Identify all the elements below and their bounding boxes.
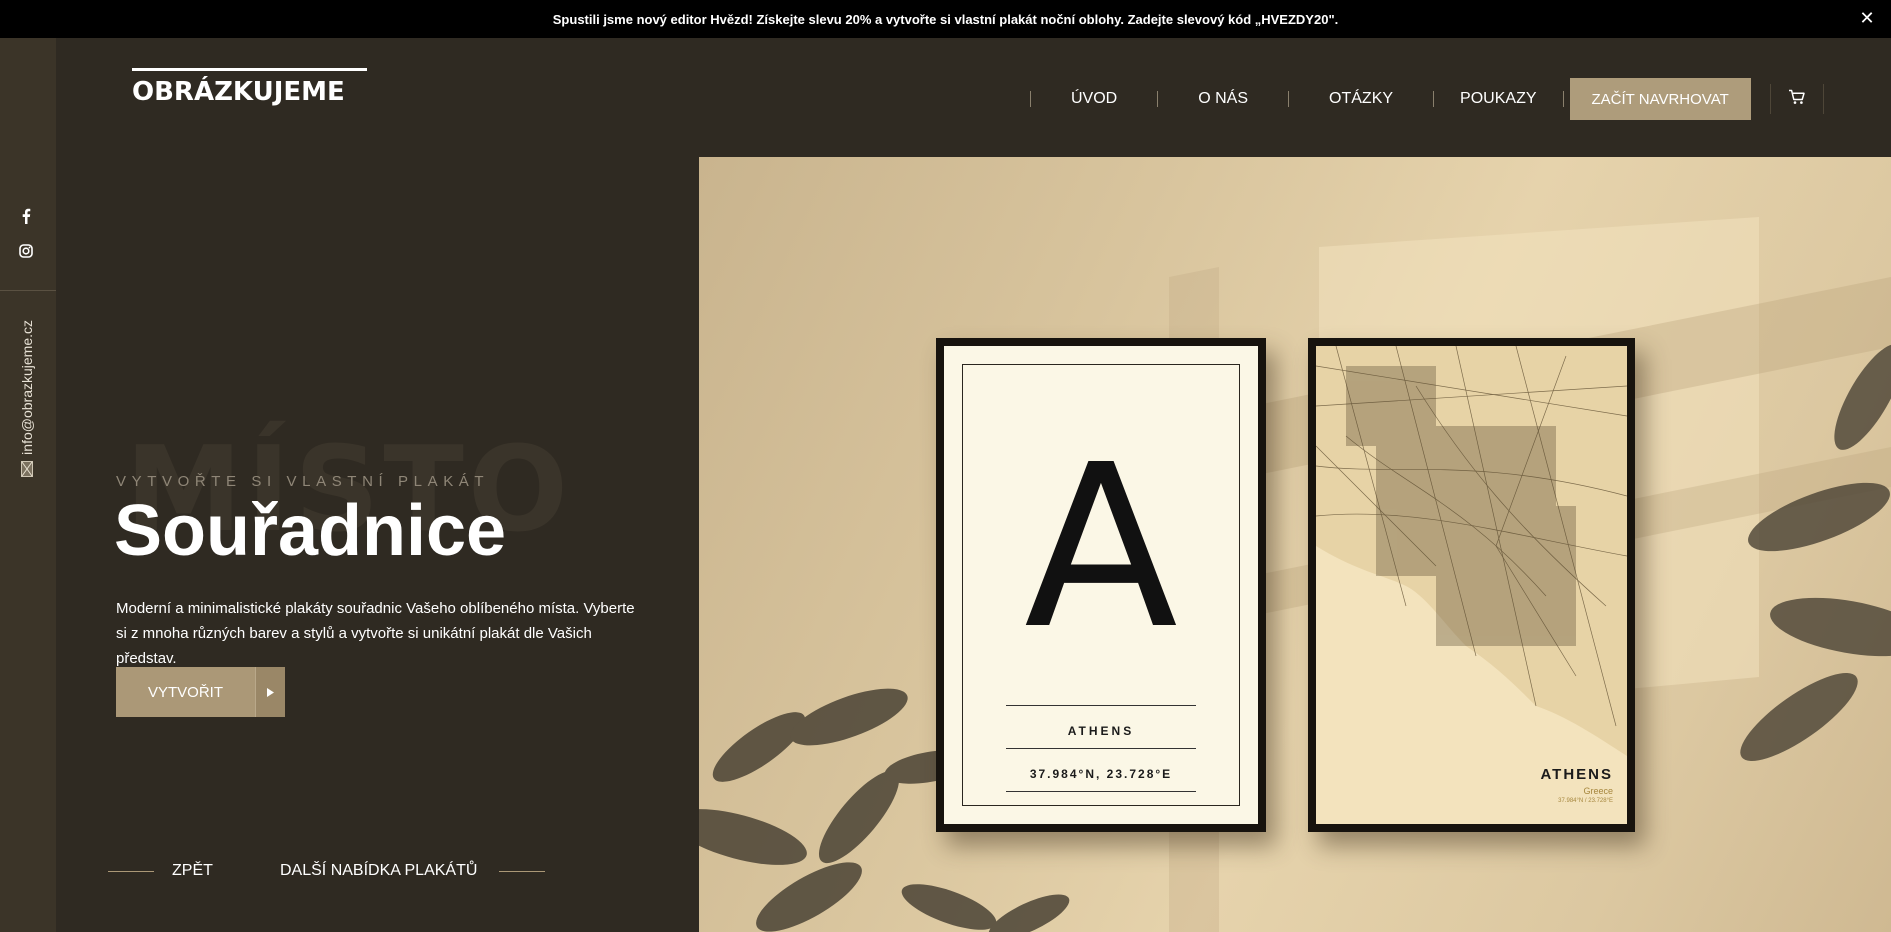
social-sidebar: info@obrazkujeme.cz xyxy=(0,38,56,932)
poster-rule xyxy=(1006,748,1196,749)
back-link[interactable]: ZPĚT xyxy=(108,862,213,880)
map-country: Greece xyxy=(1583,786,1613,796)
hero-title: Souřadnice xyxy=(114,491,507,571)
map-coordinates: 37.984°N / 23.728°E xyxy=(1558,798,1613,804)
instagram-icon[interactable] xyxy=(16,241,36,261)
create-button[interactable]: VYTVOŘIT xyxy=(116,667,285,717)
map-poster: ATHENS Greece 37.984°N / 23.728°E xyxy=(1316,346,1627,824)
hero-description: Moderní a minimalistické plakáty souřadn… xyxy=(116,600,635,667)
next-offer-link[interactable]: DALŠÍ NABÍDKA PLAKÁTŮ xyxy=(280,862,546,880)
nav-item-uvod[interactable]: ÚVOD xyxy=(1031,90,1157,108)
map-poster-frame: ATHENS Greece 37.984°N / 23.728°E xyxy=(1308,338,1635,832)
letter-poster: A ATHENS 37.984°N, 23.728°E xyxy=(944,346,1258,824)
map-city: ATHENS xyxy=(1540,766,1613,783)
announcement-text: Spustili jsme nový editor Hvězd! Získejt… xyxy=(552,11,1339,27)
logo[interactable]: OBRÁZKUJEME xyxy=(132,68,367,107)
poster-rule xyxy=(1006,705,1196,706)
cart-icon xyxy=(1788,89,1806,110)
nav-item-otazky[interactable]: OTÁZKY xyxy=(1289,90,1433,108)
email-link[interactable]: info@obrazkujeme.cz xyxy=(19,320,35,455)
sidebar-email[interactable]: info@obrazkujeme.cz xyxy=(17,320,37,480)
nav-separator xyxy=(1562,91,1564,107)
hero-kicker: VYTVOŘTE SI VLASTNÍ PLAKÁT xyxy=(116,473,490,490)
main-nav: ÚVOD O NÁS OTÁZKY POUKAZY ZAČÍT NAVRHOVA… xyxy=(1030,78,1751,120)
cart-button[interactable] xyxy=(1770,84,1824,114)
nav-item-poukazy[interactable]: POUKAZY xyxy=(1434,90,1562,108)
facebook-icon[interactable] xyxy=(16,206,36,226)
close-icon[interactable]: ✕ xyxy=(1857,9,1877,29)
nav-item-o-nas[interactable]: O NÁS xyxy=(1158,90,1288,108)
poster-letter: A xyxy=(1024,417,1178,679)
start-designing-button[interactable]: ZAČÍT NAVRHOVAT xyxy=(1569,78,1751,120)
logo-text: OBRÁZKUJEME xyxy=(132,77,345,107)
letter-poster-frame: A ATHENS 37.984°N, 23.728°E xyxy=(936,338,1266,832)
back-line xyxy=(108,870,154,872)
poster-coordinates: 37.984°N, 23.728°E xyxy=(1029,767,1173,781)
mail-icon xyxy=(21,460,33,482)
city-map-illustration xyxy=(1316,346,1627,756)
wall-shadows-illustration xyxy=(699,217,1891,932)
back-link-label: ZPĚT xyxy=(172,862,213,879)
play-arrow-icon xyxy=(255,667,285,717)
next-offer-label: DALŠÍ NABÍDKA PLAKÁTŮ xyxy=(280,862,478,879)
hero-image xyxy=(699,157,1891,932)
poster-rule xyxy=(1006,791,1196,792)
logo-bar xyxy=(132,68,367,71)
sidebar-divider xyxy=(0,290,56,291)
next-line xyxy=(499,870,546,872)
announcement-bar: Spustili jsme nový editor Hvězd! Získejt… xyxy=(0,0,1891,38)
create-button-label: VYTVOŘIT xyxy=(116,667,255,717)
poster-city: ATHENS xyxy=(1067,724,1135,738)
